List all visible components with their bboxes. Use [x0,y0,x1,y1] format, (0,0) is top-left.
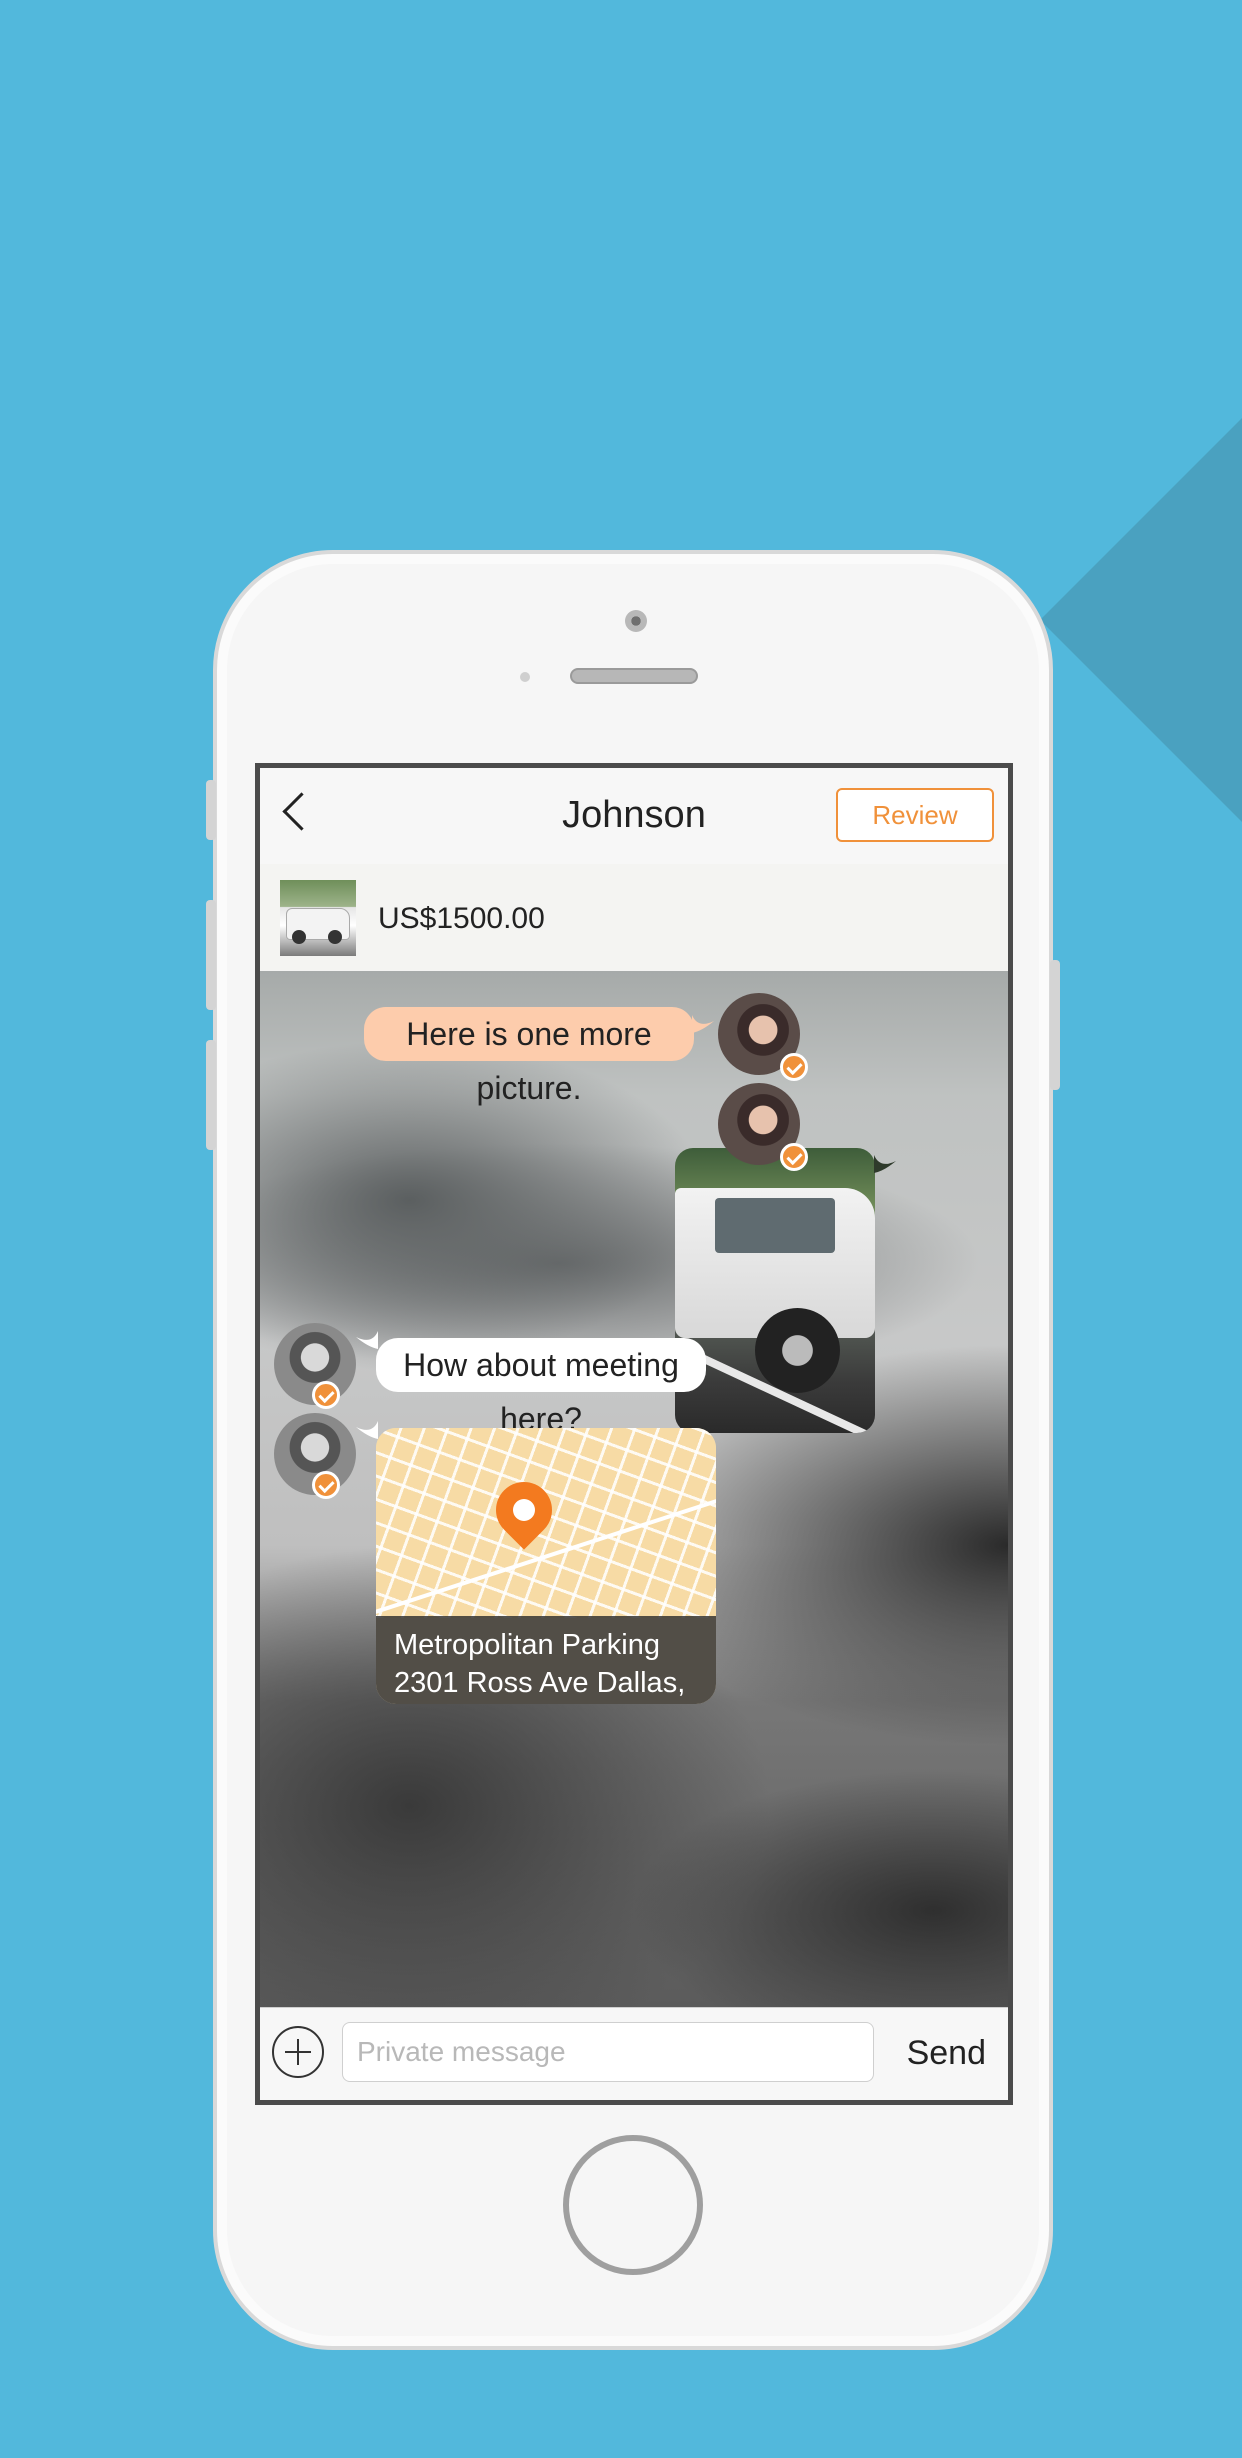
nav-bar: Johnson Review [260,768,1008,865]
verified-check-icon [312,1471,340,1499]
mute-switch [206,780,216,840]
volume-up-button [206,900,216,1010]
earpiece-speaker [570,668,698,684]
message-bubble-incoming[interactable]: How about meeting here? [376,1338,706,1437]
background-shadow [1040,0,1242,2458]
bubble-tail [692,1015,714,1033]
volume-down-button [206,1040,216,1150]
car-window [715,1198,835,1253]
composer-bar: Send [260,2007,1008,2100]
message-location-card[interactable]: Metropolitan Parking 2301 Ross Ave Dalla… [376,1428,716,1704]
car-wheel [292,930,306,944]
verified-check-icon [780,1053,808,1081]
location-place: Metropolitan Parking [394,1629,660,1661]
home-button[interactable] [563,2135,703,2275]
verified-check-icon [312,1381,340,1409]
listing-price: US$1500.00 [378,902,545,935]
review-button[interactable]: Review [836,788,994,842]
chat-area[interactable]: Here is one more picture. How about meet… [260,971,1008,2015]
verified-check-icon [780,1143,808,1171]
message-bubble-outgoing[interactable]: Here is one more picture. [364,1007,694,1106]
location-caption: Metropolitan Parking 2301 Ross Ave Dalla… [376,1616,716,1704]
phone-screen: Johnson Review US$1500.00 Here is one mo… [255,763,1013,2105]
location-address: 2301 Ross Ave Dallas, TX 75201 [394,1667,686,1699]
proximity-sensor [520,672,530,682]
listing-thumbnail [280,880,356,956]
car-wheel [755,1308,840,1393]
bubble-tail [874,1155,896,1173]
bubble-tail [356,1331,378,1349]
message-image-outgoing[interactable] [675,1148,875,1433]
send-button[interactable]: Send [907,2034,986,2073]
message-input[interactable] [342,2022,874,2082]
power-button [1050,960,1060,1090]
front-camera [625,610,647,632]
add-icon[interactable] [272,2026,324,2078]
car-wheel [328,930,342,944]
bubble-tail [356,1421,378,1439]
listing-bar[interactable]: US$1500.00 [260,864,1008,972]
